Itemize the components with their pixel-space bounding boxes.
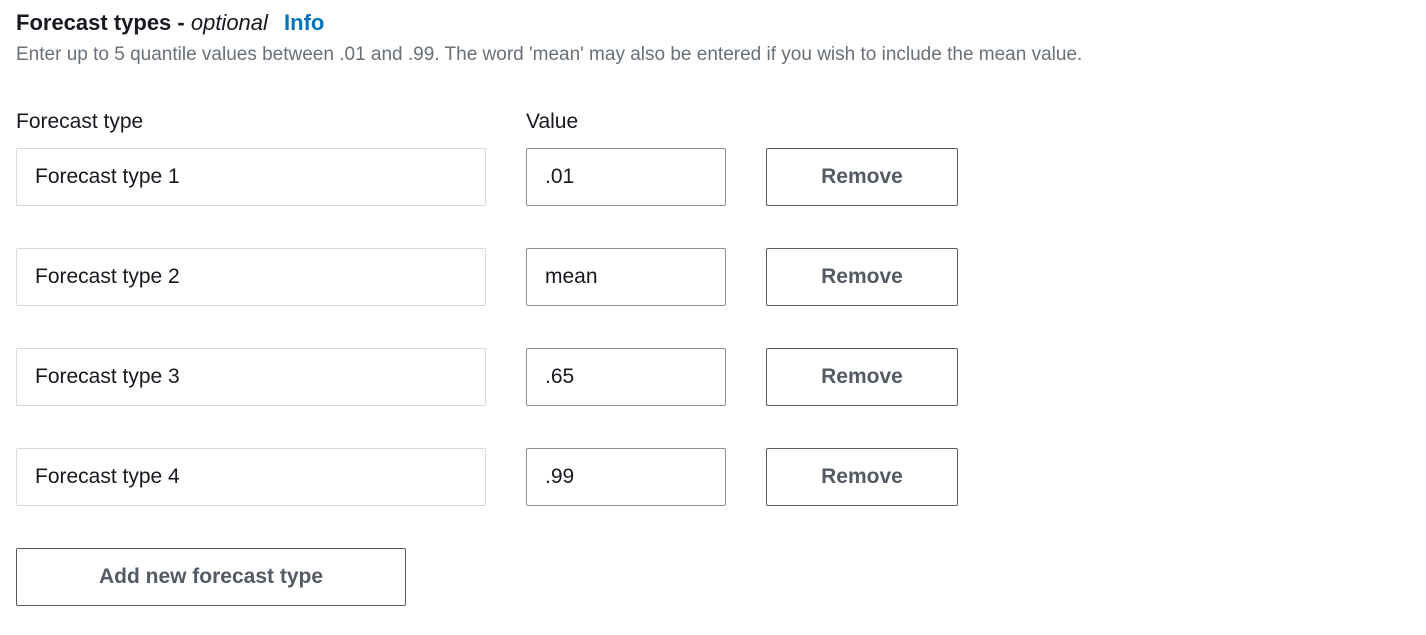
forecast-value-input[interactable]	[526, 148, 726, 206]
forecast-row: Remove	[16, 148, 1410, 206]
forecast-types-section: Forecast types - optional Info Enter up …	[16, 10, 1410, 606]
forecast-type-input[interactable]	[16, 348, 486, 406]
value-column-header: Value	[526, 110, 726, 134]
add-forecast-type-button[interactable]: Add new forecast type	[16, 548, 406, 606]
forecast-type-input[interactable]	[16, 248, 486, 306]
forecast-type-column-header: Forecast type	[16, 110, 486, 134]
forecast-value-input[interactable]	[526, 248, 726, 306]
forecast-row: Remove	[16, 448, 1410, 506]
forecast-type-input[interactable]	[16, 148, 486, 206]
section-header: Forecast types - optional Info	[16, 10, 1410, 36]
section-title-text: Forecast types -	[16, 10, 191, 35]
forecast-row: Remove	[16, 248, 1410, 306]
forecast-value-input[interactable]	[526, 348, 726, 406]
columns-header: Forecast type Value	[16, 110, 1410, 134]
remove-button[interactable]: Remove	[766, 148, 958, 206]
forecast-rows: Remove Remove Remove Remove	[16, 148, 1410, 506]
forecast-type-input[interactable]	[16, 448, 486, 506]
section-title: Forecast types - optional	[16, 10, 274, 35]
remove-button[interactable]: Remove	[766, 248, 958, 306]
remove-button[interactable]: Remove	[766, 448, 958, 506]
remove-button[interactable]: Remove	[766, 348, 958, 406]
helper-text: Enter up to 5 quantile values between .0…	[16, 42, 1410, 68]
info-link[interactable]: Info	[284, 10, 324, 35]
forecast-row: Remove	[16, 348, 1410, 406]
optional-label: optional	[191, 10, 268, 35]
forecast-value-input[interactable]	[526, 448, 726, 506]
